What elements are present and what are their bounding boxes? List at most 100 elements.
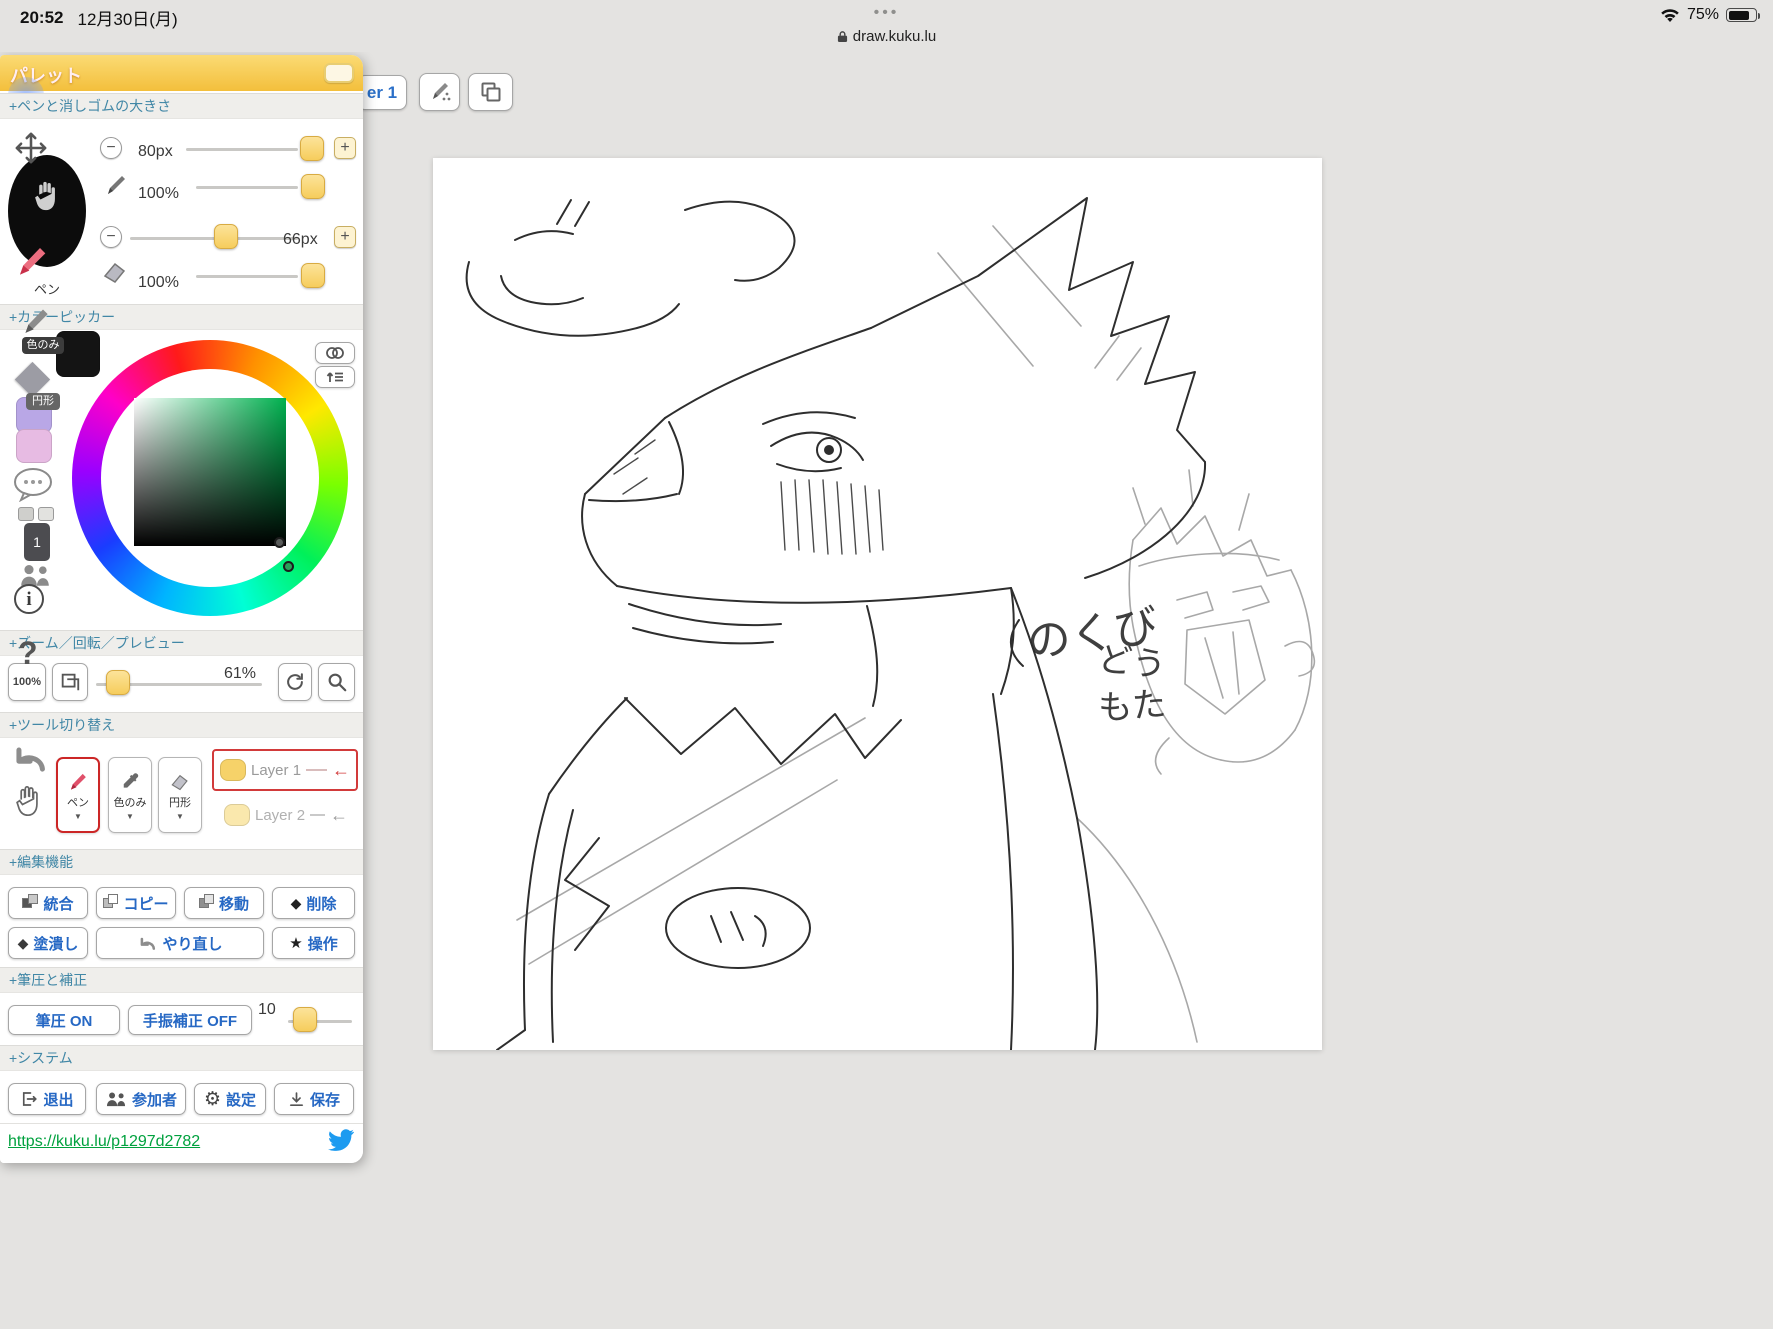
eraser-size-slider-handle[interactable]: [214, 224, 238, 249]
eraser-shape-icon[interactable]: [14, 361, 51, 398]
pen-tool-icon[interactable]: [16, 241, 48, 279]
layer-select-button[interactable]: er 1: [357, 75, 407, 110]
move-button[interactable]: 移動: [184, 887, 264, 919]
caret-down-icon: ▼: [176, 811, 184, 821]
pen-gray-icon[interactable]: [22, 303, 50, 337]
hue-marker[interactable]: [283, 561, 294, 572]
layer1-swatch: [220, 759, 246, 781]
pen-size-plus-button[interactable]: +: [334, 137, 356, 159]
merge-label: 統合: [43, 895, 74, 913]
multitask-dots[interactable]: •••: [0, 4, 1773, 22]
people-icon: [106, 1092, 126, 1107]
tool-eraser-button[interactable]: 円形 ▼: [158, 757, 202, 833]
save-label: 保存: [309, 1091, 340, 1109]
move-tool-icon[interactable]: [14, 131, 48, 165]
ipad-screen: 20:52 12月30日(月) ••• draw.kuku.lu 75% er …: [0, 0, 1773, 1329]
participants-button[interactable]: 参加者: [96, 1083, 186, 1115]
zoom-value: 61%: [224, 665, 257, 682]
help-icon[interactable]: ?: [18, 635, 38, 672]
palette-header[interactable]: パレット: [0, 55, 363, 91]
move-label: 移動: [218, 895, 249, 913]
tool-pen-button[interactable]: ペン ▼: [56, 757, 100, 833]
eraser-size-minus-button[interactable]: −: [100, 226, 122, 248]
hand-tool-button[interactable]: [12, 782, 46, 820]
delete-button[interactable]: ◆ 削除: [272, 887, 355, 919]
eraser-icon: [171, 774, 188, 790]
pen-size-slider-handle[interactable]: [300, 136, 324, 161]
operate-button[interactable]: ★ 操作: [272, 927, 355, 959]
saturation-value-square[interactable]: [134, 398, 286, 546]
section-pen-size[interactable]: +ペンと消しゴムの大きさ: [0, 93, 363, 119]
status-right: 75%: [1660, 6, 1760, 24]
undo-icon[interactable]: [10, 742, 48, 776]
twitter-icon[interactable]: [328, 1129, 354, 1151]
eraser-opacity-slider-handle[interactable]: [301, 263, 325, 288]
participants-mini-icon[interactable]: [16, 563, 54, 587]
sketch-scribble-2: どう: [1096, 639, 1168, 686]
redo-button[interactable]: やり直し: [96, 927, 264, 959]
pen-size-slider[interactable]: [186, 148, 298, 151]
layer-thumb-1[interactable]: [18, 507, 34, 521]
section-tools[interactable]: +ツール切り替え: [0, 712, 363, 738]
layer-panel-badge[interactable]: 1: [24, 523, 50, 561]
layer-thumb-2[interactable]: [38, 507, 54, 521]
drawing-canvas[interactable]: のくび どう もた: [433, 158, 1322, 1051]
redo-icon: [141, 937, 156, 950]
pen-opacity-icon: [108, 176, 125, 194]
layer2-line: [310, 814, 325, 816]
stabilizer-toggle-button[interactable]: 手振補正 OFF: [128, 1005, 252, 1035]
color-only-badge[interactable]: 色のみ: [22, 337, 64, 354]
palette-panel: パレット +ペンと消しゴムの大きさ − 80px + 100% − 66px +…: [0, 55, 363, 1163]
sv-marker[interactable]: [274, 537, 285, 548]
star-icon: ★: [289, 935, 303, 952]
settings-button[interactable]: ⚙ 設定: [194, 1083, 266, 1115]
color-history-button[interactable]: [315, 342, 355, 364]
canvas-view-button[interactable]: [468, 73, 513, 111]
section-pressure[interactable]: +筆圧と補正: [0, 967, 363, 993]
zoom-slider-handle[interactable]: [106, 670, 130, 695]
exit-button[interactable]: 退出: [8, 1083, 86, 1115]
zoom-tool-button[interactable]: [318, 663, 355, 701]
copy-button[interactable]: コピー: [96, 887, 176, 919]
info-icon[interactable]: i: [14, 584, 44, 614]
pressure-toggle-button[interactable]: 筆圧 ON: [8, 1005, 120, 1035]
layer-select-label: er 1: [366, 82, 398, 102]
delete-icon: ◆: [290, 894, 302, 911]
layer-row-2[interactable]: Layer 2 ←: [218, 798, 354, 832]
pen-opacity-slider[interactable]: [196, 186, 298, 189]
layer-row-1[interactable]: Layer 1 ←: [212, 749, 358, 791]
caret-down-icon: ▼: [74, 811, 82, 821]
wifi-icon: [1661, 8, 1679, 22]
tool-colorpick-button[interactable]: 色のみ ▼: [108, 757, 152, 833]
pen-size-minus-button[interactable]: −: [100, 137, 122, 159]
browser-url-bar[interactable]: draw.kuku.lu: [0, 28, 1773, 45]
stabilizer-value: 10: [258, 1001, 276, 1018]
eraser-opacity-slider[interactable]: [196, 275, 298, 278]
eraser-opacity-value: 100%: [138, 274, 179, 291]
layer2-arrow: ←: [330, 804, 348, 825]
section-system[interactable]: +システム: [0, 1045, 363, 1071]
copy-icon: [103, 894, 119, 912]
color-swatch-pink[interactable]: [16, 429, 52, 463]
participants-label: 参加者: [131, 1091, 177, 1109]
rotate-reset-button[interactable]: [278, 663, 312, 701]
section-color-picker[interactable]: +カラーピッカー: [0, 304, 363, 330]
palette-minimize-button[interactable]: [324, 63, 354, 83]
chat-bubble-icon[interactable]: [12, 466, 54, 502]
move-icon: [198, 894, 214, 912]
share-link[interactable]: https://kuku.lu/p1297d2782: [8, 1133, 200, 1151]
merge-button[interactable]: 統合: [8, 887, 88, 919]
fill-button[interactable]: ◆ 塗潰し: [8, 927, 88, 959]
section-edit[interactable]: +編集機能: [0, 849, 363, 875]
save-button[interactable]: 保存: [274, 1083, 354, 1115]
pen-opacity-slider-handle[interactable]: [301, 174, 325, 199]
stabilizer-slider-handle[interactable]: [293, 1007, 317, 1032]
eraser-size-plus-button[interactable]: +: [334, 226, 356, 248]
preview-button[interactable]: [52, 663, 88, 701]
pen-settings-button[interactable]: [419, 73, 460, 111]
circle-shape-badge[interactable]: 円形: [26, 393, 60, 410]
color-swap-button[interactable]: [315, 366, 355, 388]
hand-tool-icon[interactable]: [30, 177, 64, 215]
rotate-icon: [287, 673, 303, 690]
section-zoom[interactable]: +ズーム／回転／プレビュー: [0, 630, 363, 656]
